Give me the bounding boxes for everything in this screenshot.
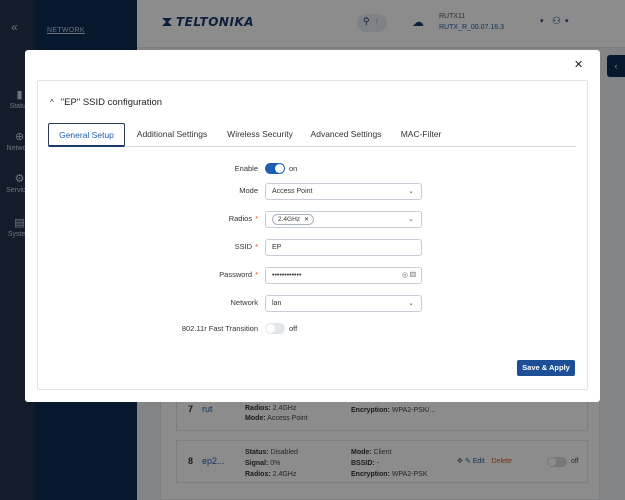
ssid-config-modal: ✕ ^ "EP" SSID configuration General Setup… [25,50,600,402]
network-label: Network [230,298,258,307]
chevron-up-icon[interactable]: ^ [50,98,54,107]
radio-chip-2-4ghz: 2.4GHz ✕ [272,214,315,225]
save-apply-button[interactable]: Save & Apply [517,360,575,376]
network-select[interactable]: lan ⌄ [265,295,422,312]
password-label: Password * [219,270,258,279]
enable-row: Enable on [38,161,589,178]
chevron-down-icon: ⌄ [408,300,414,307]
radios-row: Radios * 2.4GHz ✕ ⌄ [38,211,589,228]
mode-select[interactable]: Access Point ⌄ [265,183,422,200]
chevron-down-icon: ⌄ [408,188,414,195]
fast-transition-label: 802.11r Fast Transition [181,324,258,333]
tab-bar: General Setup Additional Settings Wirele… [48,122,576,147]
mode-label: Mode [239,186,258,195]
ssid-label: SSID * [234,242,258,251]
enable-toggle[interactable] [265,163,285,174]
close-icon[interactable]: ✕ [574,58,583,71]
tab-wireless-security[interactable]: Wireless Security [220,123,300,147]
tab-additional-settings[interactable]: Additional Settings [128,123,216,147]
enable-state: on [289,164,298,173]
hide-password-icon[interactable]: ◎ [402,272,408,279]
radios-multiselect[interactable]: 2.4GHz ✕ ⌄ [265,211,422,228]
enable-label: Enable [234,164,258,173]
tab-mac-filter[interactable]: MAC-Filter [392,123,450,147]
fast-transition-toggle[interactable] [265,323,285,334]
chevron-down-icon: ⌄ [408,216,414,223]
fast-transition-row: 802.11r Fast Transition off [38,321,589,338]
ssid-row: SSID * EP [38,239,589,256]
remove-chip-icon[interactable]: ✕ [304,217,309,223]
password-row: Password * •••••••••••• ◎ ⚄ [38,267,589,284]
password-input[interactable]: •••••••••••• ◎ ⚄ [265,267,422,284]
ssid-input[interactable]: EP [265,239,422,256]
radios-label: Radios * [228,214,258,223]
tab-general-setup[interactable]: General Setup [48,123,125,147]
fast-transition-state: off [289,324,298,333]
network-row: Network lan ⌄ [38,295,589,312]
panel-title[interactable]: ^ "EP" SSID configuration [50,97,162,108]
mode-row: Mode Access Point ⌄ [38,183,589,200]
generate-password-icon[interactable]: ⚄ [410,272,416,279]
tab-advanced-settings[interactable]: Advanced Settings [305,123,387,147]
config-panel: ^ "EP" SSID configuration General Setup A… [37,80,588,390]
